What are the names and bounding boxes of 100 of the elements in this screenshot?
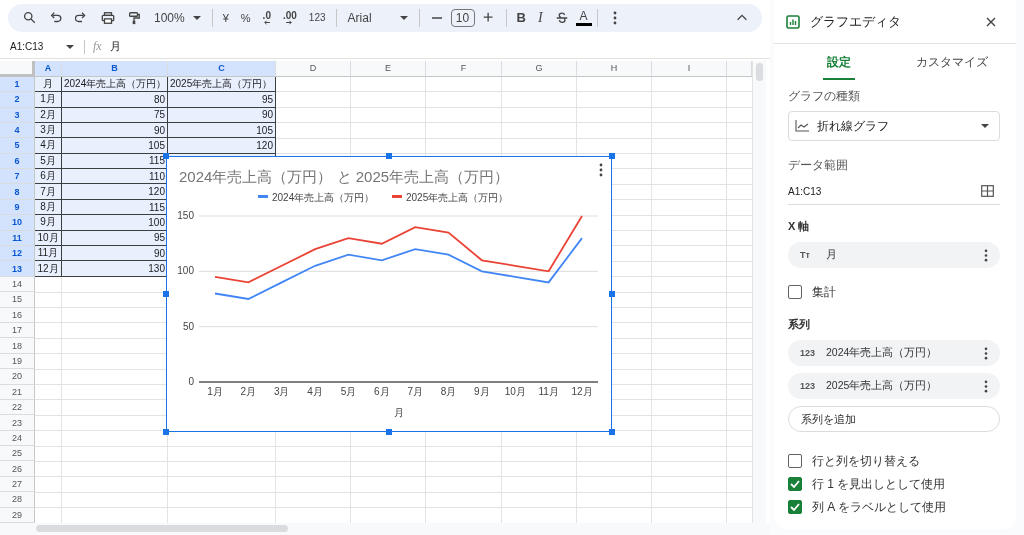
series-chip[interactable]: 123 2024年売上高（万円） (788, 340, 1000, 366)
row-header[interactable]: 23 (0, 415, 35, 431)
resize-handle[interactable] (163, 428, 169, 435)
add-series-button[interactable]: 系列を追加 (788, 406, 1000, 432)
number-format-button[interactable]: 123 (303, 5, 331, 30)
type-label: 123 (800, 381, 817, 391)
checkbox-label: 行 1 を見出しとして使用 (812, 475, 946, 493)
row-header[interactable]: 12 (0, 246, 35, 262)
chip-label: 2025年売上高（万円） (826, 379, 938, 393)
resize-handle[interactable] (386, 428, 392, 435)
row-header[interactable]: 13 (0, 261, 35, 277)
table-cell: 11月 (35, 246, 62, 262)
column-header[interactable]: H (577, 60, 652, 77)
resize-handle[interactable] (386, 152, 392, 159)
column-header[interactable]: C (168, 60, 276, 77)
x-tick-label: 12月 (571, 385, 593, 397)
column-header[interactable]: D (276, 60, 351, 77)
legend-item: 2025年売上高（万円） (392, 191, 509, 203)
checkbox[interactable] (788, 454, 802, 468)
more-icon[interactable] (984, 346, 988, 360)
paint-roller-icon (127, 10, 141, 25)
resize-handle[interactable] (163, 290, 169, 297)
x-tick-label: 2月 (240, 385, 257, 397)
more-icon (612, 10, 617, 25)
table-cell: 120 (168, 138, 276, 154)
field-label: X 軸 (788, 219, 811, 234)
checkbox[interactable] (788, 500, 802, 514)
italic-button[interactable]: I (532, 5, 548, 30)
undo-icon (49, 10, 63, 25)
grid-icon[interactable] (981, 185, 994, 197)
field-label: グラフの種類 (788, 88, 861, 105)
row-header[interactable]: 2 (0, 92, 35, 108)
caret-icon (399, 15, 408, 20)
y-tick-label: 150 (177, 209, 194, 221)
series-chip[interactable]: 123 2025年売上高（万円） (788, 373, 1000, 399)
table-cell: 7月 (35, 184, 62, 200)
name-box[interactable]: A1:C13 (0, 41, 80, 53)
row-header[interactable]: 18 (0, 338, 35, 354)
bold-button[interactable]: B (511, 5, 531, 30)
currency-button[interactable]: ¥ (217, 5, 234, 30)
row-header[interactable]: 15 (0, 292, 35, 308)
checkbox-label: 行と列を切り替える (812, 452, 920, 470)
x-tick-label: 11月 (538, 385, 559, 397)
fx-label: fx (93, 39, 102, 55)
chart-type-dropdown[interactable]: 折れ線グラフ (788, 111, 1000, 141)
row-header[interactable]: 25 (0, 446, 35, 462)
line-chart-icon (795, 120, 809, 132)
table-cell: 9月 (35, 215, 62, 231)
row-header[interactable]: 28 (0, 492, 35, 508)
zoom-dropdown[interactable]: 100% (148, 5, 207, 30)
row-header[interactable]: 8 (0, 184, 35, 200)
row-header[interactable]: 10 (0, 215, 35, 231)
more-icon[interactable] (984, 248, 988, 262)
row-header[interactable]: 20 (0, 369, 35, 385)
increase-decimals-button[interactable]: .00 (277, 5, 302, 30)
table-cell: 6月 (35, 169, 62, 185)
table-cell: 80 (62, 92, 168, 108)
chart-menu-icon[interactable] (599, 162, 603, 177)
plus-icon (481, 10, 496, 25)
column-header[interactable]: B (62, 60, 168, 77)
font-size-field[interactable]: 10 (450, 8, 475, 27)
checkbox[interactable] (788, 285, 802, 299)
decrease-decimals-button[interactable]: .0 (257, 5, 276, 30)
row-header[interactable]: 5 (0, 138, 35, 154)
resize-handle[interactable] (609, 290, 615, 297)
column-header[interactable]: E (351, 60, 426, 77)
row-header[interactable]: 26 (0, 461, 35, 477)
caret-icon (981, 124, 989, 128)
vertical-scrollbar[interactable] (756, 62, 763, 81)
table-cell: 105 (62, 138, 168, 154)
column-header[interactable]: G (502, 60, 577, 77)
x-tick-label: 10月 (504, 385, 526, 397)
line-chart[interactable]: 2024年売上高（万円） と 2025年売上高（万円） 2024年売上高（万円） 2025年売上高（万円） 0 50 100 150 1月 2月 3月 4月 5月 6月 7月 8月 9月 10月 11月 12月 月 (166, 155, 612, 432)
resize-handle[interactable] (609, 152, 615, 159)
percent-button[interactable]: % (235, 5, 256, 30)
row-header[interactable]: 7 (0, 169, 35, 185)
type-label: 123 (800, 348, 817, 358)
x-axis-chip[interactable]: Tт 月 (788, 242, 1000, 268)
more-icon[interactable] (984, 379, 988, 393)
x-tick-label: 5月 (340, 385, 357, 397)
x-tick-label: 3月 (273, 385, 290, 397)
column-header[interactable]: I (652, 60, 727, 77)
x-tick-label: 9月 (474, 385, 490, 397)
tab[interactable]: カスタマイズ (895, 44, 1008, 80)
minus-icon (430, 16, 443, 19)
x-tick-label: 8月 (440, 385, 457, 397)
resize-handle[interactable] (609, 428, 615, 435)
table-cell: 1月 (35, 92, 62, 108)
type-label: Tт (800, 250, 811, 260)
arrow-icon (286, 19, 294, 25)
font-dropdown[interactable]: Arial (341, 5, 414, 30)
data-range-field[interactable]: A1:C13 (788, 178, 1000, 205)
column-header[interactable]: F (426, 60, 502, 77)
formula-field[interactable]: 月 (109, 39, 121, 55)
column-header[interactable]: A (35, 60, 62, 77)
horizontal-scrollbar[interactable] (36, 525, 288, 533)
resize-handle[interactable] (163, 152, 169, 159)
checkbox[interactable] (788, 477, 802, 491)
table-cell: 110 (62, 169, 168, 185)
text-color-button[interactable]: A (575, 9, 592, 26)
